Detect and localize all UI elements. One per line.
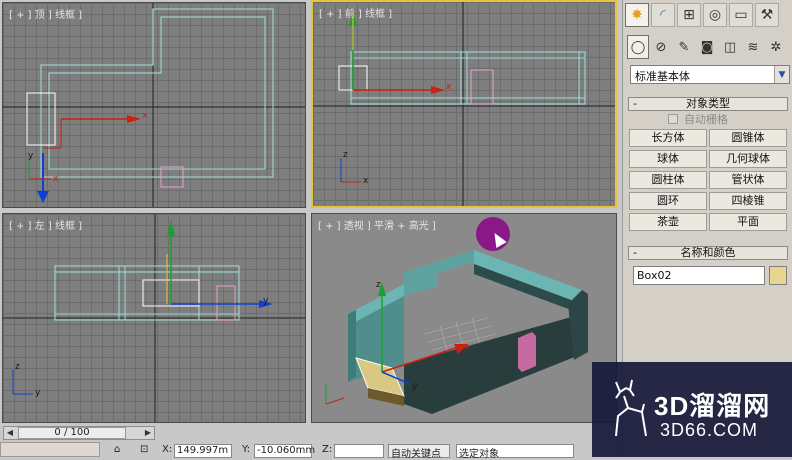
tube-button[interactable]: 管状体 [709,171,787,189]
display-tab-icon[interactable]: ▭ [729,3,753,27]
utilities-tab-icon[interactable]: ⚒ [755,3,779,27]
left-axis-z-label: z [15,362,20,372]
chevron-right-icon[interactable]: ▶ [142,427,154,439]
watermark-domain: 3D66.COM [660,420,759,440]
object-color-swatch[interactable] [769,266,787,285]
persp-axis-z-label: z [376,280,381,290]
x-coord-label: X: [162,444,173,455]
x-coord-field[interactable]: 149.997m [174,444,232,458]
front-view-wireframe [313,2,615,206]
viewport-top-label[interactable]: [ + ] 顶 ] 线框 ] [9,6,82,21]
persp-axis-x-label: x [464,342,470,352]
cone-button[interactable]: 圆锥体 [709,129,787,147]
category-dropdown-value: 标准基本体 [635,70,690,83]
viewport-top[interactable]: [ + ] 顶 ] 线框 ] x y x [2,2,306,208]
pyramid-button[interactable]: 四棱锥 [709,192,787,210]
hierarchy-tab-icon[interactable]: ⊞ [677,3,701,27]
command-panel-tabs: ✸ ◜ ⊞ ◎ ▭ ⚒ [623,0,792,30]
watermark: 3D溜溜网 3D66.COM [592,362,792,457]
chevron-left-icon[interactable]: ◀ [4,427,16,439]
viewport-left[interactable]: [ + ] 左 ] 线框 ] y z y [2,213,306,423]
bottom-bar: ◀ 0 / 100 ▶ ⌂ ⊡ X: 149.997m Y: -10.060mm… [0,424,622,460]
box-button[interactable]: 长方体 [629,129,707,147]
name-color-rollout: - 名称和颜色 Box02 [628,246,788,285]
perspective-view-render [325,250,588,414]
object-type-header[interactable]: - 对象类型 [628,97,788,111]
helpers-icon[interactable]: ◫ [719,35,741,59]
autogrid-label: 自动栅格 [684,113,728,126]
name-color-title: 名称和颜色 [680,246,736,259]
create-subcategories: ◯ ⊘ ✎ ◙ ◫ ≋ ✲ [623,34,792,60]
cylinder-button[interactable]: 圆柱体 [629,171,707,189]
checkbox-icon [668,114,678,124]
viewport-front[interactable]: [ + ] 前 ] 线框 ] x z x [311,0,617,208]
viewport-left-label[interactable]: [ + ] 左 ] 线框 ] [9,217,82,232]
collapse-icon: - [633,97,637,110]
selection-filter-dropdown[interactable]: 选定对象 [456,444,574,460]
torus-button[interactable]: 圆环 [629,192,707,210]
modify-tab-icon[interactable]: ◜ [651,3,675,27]
left-view-wireframe [3,214,305,422]
geometry-icon[interactable]: ◯ [627,35,649,59]
systems-icon[interactable]: ✲ [765,35,787,59]
category-dropdown[interactable]: 标准基本体 ▼ [630,65,790,84]
watermark-title: 3D溜溜网 [654,391,771,421]
time-slider[interactable]: ◀ 0 / 100 ▶ [3,426,155,440]
time-slider-thumb[interactable]: 0 / 100 [18,427,126,439]
geosphere-button[interactable]: 几何球体 [709,150,787,168]
z-coord-field[interactable] [334,444,384,458]
top-view-wireframe [3,3,305,207]
y-coord-field[interactable]: -10.060mm [254,444,315,458]
object-type-title: 对象类型 [686,97,730,110]
y-coord-label: Y: [242,444,251,455]
motion-tab-icon[interactable]: ◎ [703,3,727,27]
autogrid-checkbox[interactable]: 自动栅格 [628,111,788,129]
collapse-icon: - [633,246,637,259]
lock-icon[interactable]: ⌂ [114,444,120,458]
deer-logo-icon [615,379,647,437]
top-axis-x-label: x [142,111,148,121]
shapes-icon[interactable]: ⊘ [650,35,672,59]
plane-button[interactable]: 平面 [709,213,787,231]
object-type-rollout: - 对象类型 自动栅格 长方体 圆锥体 球体 几何球体 圆柱体 管状体 圆环 四… [628,97,788,231]
z-coord-label: Z: [322,444,333,455]
front-axis-z-label: z [343,150,348,160]
chevron-down-icon[interactable]: ▼ [774,66,789,83]
persp-axis-y-label: y [412,382,418,392]
viewport-front-label[interactable]: [ + ] 前 ] 线框 ] [319,5,392,20]
space-warps-icon[interactable]: ≋ [742,35,764,59]
front-axis-x2-label: x [363,176,369,186]
front-axis-x-label: x [446,82,452,92]
left-axis-y2-label: y [35,388,41,398]
absolute-mode-icon[interactable]: ⊡ [140,444,148,458]
top-axis-y-label: y [28,151,34,161]
object-type-buttons: 长方体 圆锥体 球体 几何球体 圆柱体 管状体 圆环 四棱锥 茶壶 平面 [628,129,788,231]
status-prompt-field [0,442,100,457]
name-color-row: Box02 [628,266,788,285]
auto-key-button[interactable]: 自动关键点 [388,444,450,460]
lights-icon[interactable]: ✎ [673,35,695,59]
viewport-perspective[interactable]: [ + ] 透视 ] 平滑 + 高光 ] x y z [311,213,617,423]
object-name-input[interactable]: Box02 [633,266,765,285]
cameras-icon[interactable]: ◙ [696,35,718,59]
left-axis-y-label: y [263,296,269,306]
sphere-button[interactable]: 球体 [629,150,707,168]
top-axis-x2-label: x [53,174,59,184]
viewport-perspective-label[interactable]: [ + ] 透视 ] 平滑 + 高光 ] [318,217,436,232]
name-color-header[interactable]: - 名称和颜色 [628,246,788,260]
create-tab-icon[interactable]: ✸ [625,3,649,27]
teapot-button[interactable]: 茶壶 [629,213,707,231]
